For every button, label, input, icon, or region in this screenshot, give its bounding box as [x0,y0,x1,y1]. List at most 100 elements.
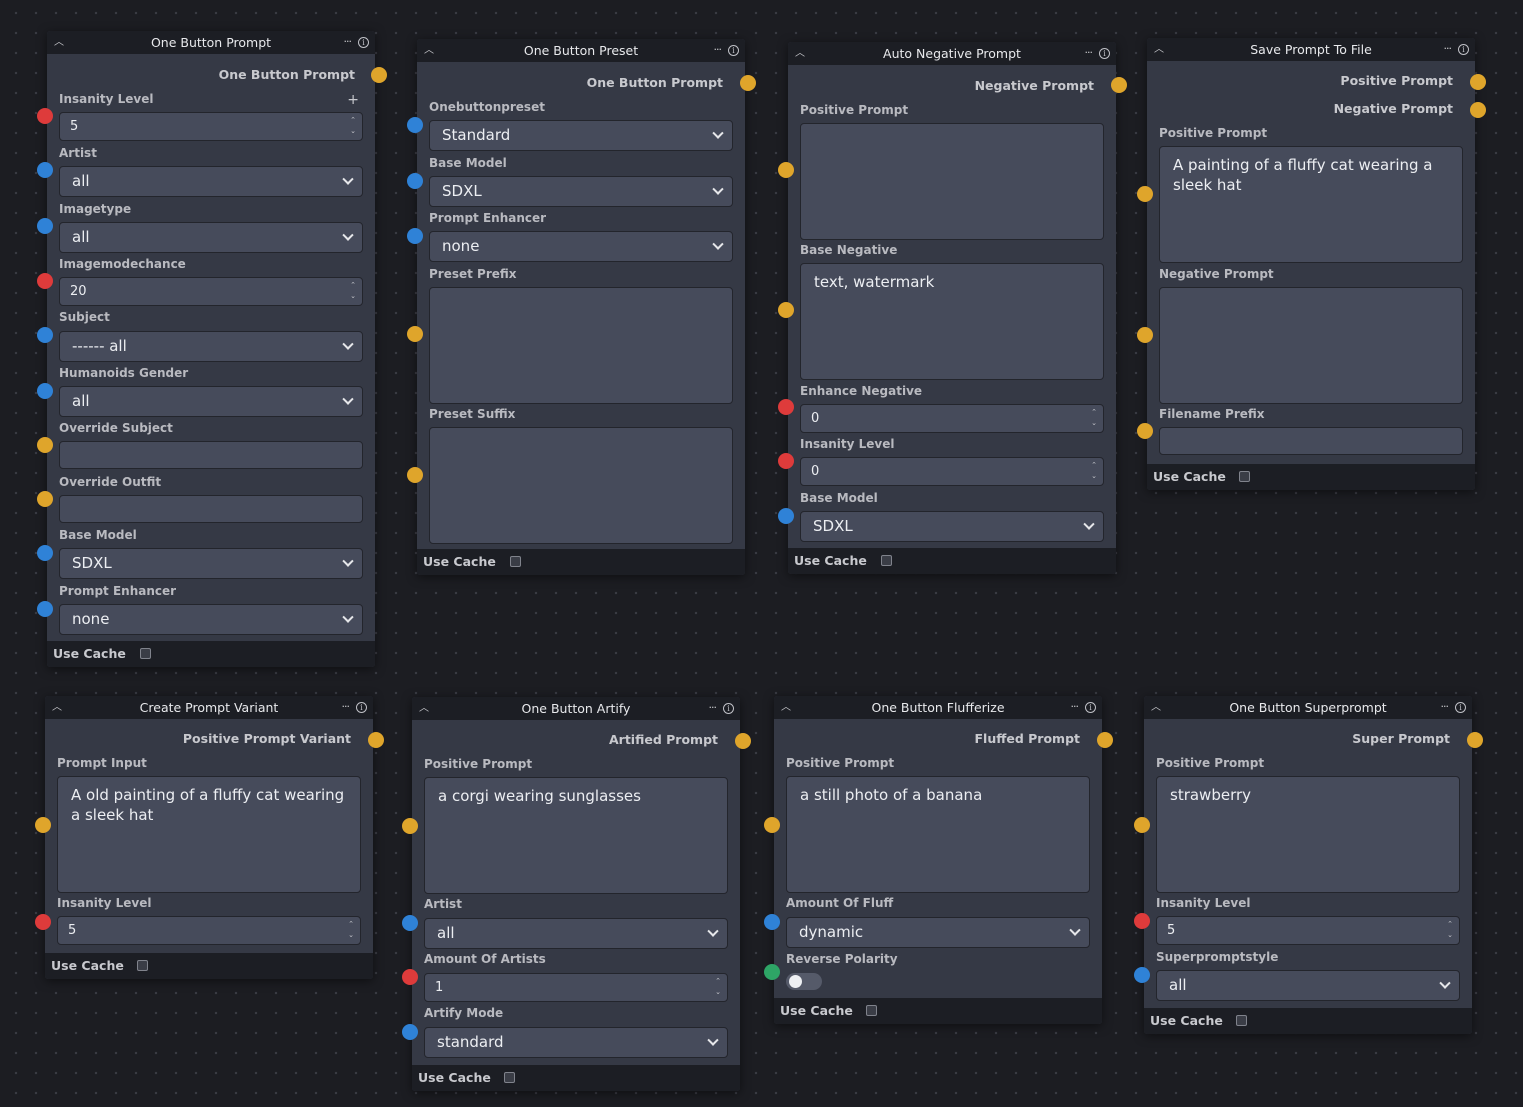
use-cache-checkbox[interactable] [504,1072,515,1083]
collapse-icon[interactable]: ︿ [781,696,791,719]
input-socket[interactable] [778,453,794,469]
add-icon[interactable]: + [347,92,359,108]
stepper-icon[interactable]: ⌃ ⌄ [715,976,721,998]
input-socket[interactable] [37,327,53,343]
subject-select[interactable]: ------ all [59,331,363,362]
input-socket[interactable] [778,508,794,524]
input-socket[interactable] [407,117,423,133]
more-icon[interactable]: ··· [1441,695,1449,718]
input-socket[interactable] [778,302,794,318]
input-socket[interactable] [764,914,780,930]
input-socket[interactable] [778,162,794,178]
prompt-input-textarea[interactable]: A old painting of a fluffy cat wearing a… [57,776,361,893]
insanity-level-input[interactable]: 5 ⌃ ⌄ [1156,916,1460,945]
input-socket[interactable] [407,228,423,244]
positive-prompt-textarea[interactable]: strawberry [1156,776,1460,893]
input-socket[interactable] [778,399,794,415]
input-socket[interactable] [407,173,423,189]
imagetype-select[interactable]: all [59,222,363,253]
output-socket[interactable] [1470,102,1486,118]
collapse-icon[interactable]: ︿ [419,697,429,720]
positive-prompt-textarea[interactable]: a still photo of a banana [786,776,1090,893]
use-cache-checkbox[interactable] [881,555,892,566]
input-socket[interactable] [1134,913,1150,929]
input-socket[interactable] [1134,817,1150,833]
stepper-icon[interactable]: ⌃ ⌄ [350,280,356,302]
insanity-level-input[interactable]: 0 ⌃ ⌄ [800,457,1104,486]
base-negative-textarea[interactable]: text, watermark [800,263,1104,380]
node-one-button-superprompt[interactable]: ︿ One Button Superprompt ··· i Super Pro… [1144,696,1472,1034]
node-header[interactable]: ︿ One Button Prompt ··· i [47,31,375,54]
input-socket[interactable] [402,969,418,985]
input-socket[interactable] [35,817,51,833]
positive-prompt-textarea[interactable]: A painting of a fluffy cat wearing a sle… [1159,146,1463,263]
input-socket[interactable] [407,326,423,342]
node-header[interactable]: ︿ One Button Superprompt ··· i [1144,696,1472,719]
node-header[interactable]: ︿ Save Prompt To File ··· i [1147,38,1475,61]
insanity-level-input[interactable]: 5 ⌃ ⌄ [57,916,361,945]
node-auto-negative-prompt[interactable]: ︿ Auto Negative Prompt ··· i Negative Pr… [788,42,1116,574]
artify-mode-select[interactable]: standard [424,1027,728,1058]
positive-prompt-textarea[interactable] [800,123,1104,240]
output-socket[interactable] [1111,77,1127,93]
use-cache-checkbox[interactable] [866,1005,877,1016]
node-header[interactable]: ︿ Create Prompt Variant ··· i [45,696,373,719]
imagemodechance-input[interactable]: 20 ⌃ ⌄ [59,277,363,306]
input-socket[interactable] [37,491,53,507]
output-socket[interactable] [371,67,387,83]
base-model-select[interactable]: SDXL [59,548,363,579]
info-icon[interactable]: i [358,37,369,48]
superpromptstyle-select[interactable]: all [1156,970,1460,1001]
use-cache-checkbox[interactable] [510,556,521,567]
stepper-icon[interactable]: ⌃ ⌄ [350,115,356,137]
artist-select[interactable]: all [59,166,363,197]
stepper-icon[interactable]: ⌃ ⌄ [348,919,354,941]
artist-select[interactable]: all [424,918,728,949]
input-socket[interactable] [1137,423,1153,439]
use-cache-checkbox[interactable] [1239,471,1250,482]
input-socket[interactable] [402,818,418,834]
node-create-prompt-variant[interactable]: ︿ Create Prompt Variant ··· i Positive P… [45,696,373,979]
enhance-negative-input[interactable]: 0 ⌃ ⌄ [800,404,1104,433]
amount-of-fluff-select[interactable]: dynamic [786,917,1090,948]
input-socket[interactable] [37,437,53,453]
input-socket[interactable] [37,601,53,617]
input-socket[interactable] [402,1024,418,1040]
info-icon[interactable]: i [728,45,739,56]
info-icon[interactable]: i [356,702,367,713]
preset-suffix-textarea[interactable] [429,427,733,544]
humanoids-gender-select[interactable]: all [59,386,363,417]
more-icon[interactable]: ··· [714,38,722,61]
node-one-button-artify[interactable]: ︿ One Button Artify ··· i Artified Promp… [412,697,740,1091]
info-icon[interactable]: i [1085,702,1096,713]
node-header[interactable]: ︿ Auto Negative Prompt ··· i [788,42,1116,65]
input-socket[interactable] [402,915,418,931]
prompt-enhancer-select[interactable]: none [429,231,733,262]
node-one-button-flufferize[interactable]: ︿ One Button Flufferize ··· i Fluffed Pr… [774,696,1102,1024]
info-icon[interactable]: i [1455,702,1466,713]
collapse-icon[interactable]: ︿ [54,31,64,54]
use-cache-checkbox[interactable] [137,960,148,971]
input-socket[interactable] [1137,327,1153,343]
insanity-level-input[interactable]: 5 ⌃ ⌄ [59,112,363,141]
base-model-select[interactable]: SDXL [429,176,733,207]
collapse-icon[interactable]: ︿ [1154,38,1164,61]
input-socket[interactable] [37,162,53,178]
input-socket[interactable] [35,914,51,930]
stepper-icon[interactable]: ⌃ ⌄ [1091,407,1097,429]
node-header[interactable]: ︿ One Button Flufferize ··· i [774,696,1102,719]
preset-prefix-textarea[interactable] [429,287,733,404]
collapse-icon[interactable]: ︿ [52,696,62,719]
more-icon[interactable]: ··· [709,696,717,719]
node-one-button-preset[interactable]: ︿ One Button Preset ··· i One Button Pro… [417,39,745,575]
more-icon[interactable]: ··· [1085,41,1093,64]
positive-prompt-textarea[interactable]: a corgi wearing sunglasses [424,777,728,894]
input-socket[interactable] [37,218,53,234]
more-icon[interactable]: ··· [342,695,350,718]
node-header[interactable]: ︿ One Button Preset ··· i [417,39,745,62]
stepper-icon[interactable]: ⌃ ⌄ [1447,919,1453,941]
reverse-polarity-toggle[interactable] [786,973,822,990]
more-icon[interactable]: ··· [344,30,352,53]
output-socket[interactable] [1467,732,1483,748]
input-socket[interactable] [37,108,53,124]
